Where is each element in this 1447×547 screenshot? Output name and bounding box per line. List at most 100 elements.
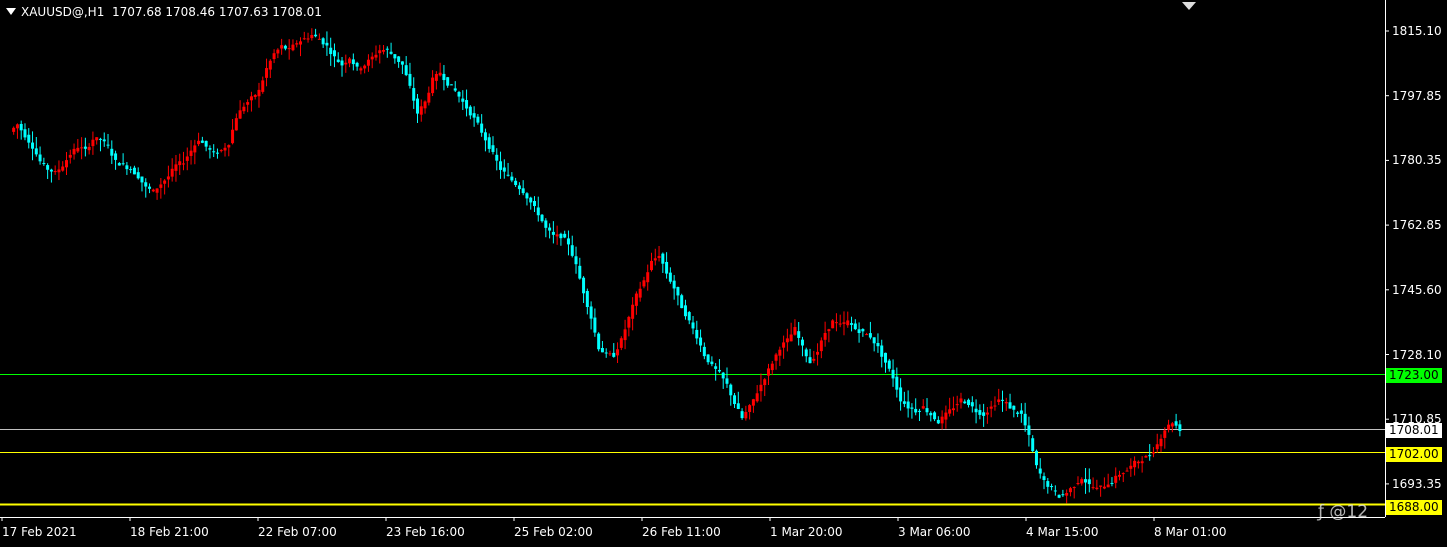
y-tick-label: 1797.85 [1392,89,1442,103]
bull-candle-body [378,50,382,54]
bull-candle-body [276,49,280,54]
bull-candle-body [166,176,170,180]
bear-candle-body [148,186,152,189]
y-tick-label: 1693.35 [1392,477,1442,491]
bear-candle-body [853,323,857,330]
bull-candle-body [189,150,193,156]
bull-candle-body [15,124,19,129]
bear-candle-body [114,153,118,160]
bear-candle-body [102,139,106,142]
bull-candle-body [246,102,250,105]
bear-candle-body [808,357,812,364]
bear-candle-body [514,180,518,186]
bear-candle-body [1001,399,1004,401]
bull-candle-body [1159,438,1163,447]
bear-candle-body [355,62,359,67]
bull-candle-body [1144,455,1148,458]
bear-candle-body [668,272,672,282]
bull-candle-body [12,127,16,132]
bull-candle-body [91,139,95,147]
bear-candle-body [740,411,744,419]
bear-candle-body [676,287,680,296]
bear-candle-body [215,152,219,154]
bear-candle-body [110,148,114,156]
y-tick-label: 1728.10 [1392,348,1442,362]
bear-candle-body [699,337,703,346]
bull-candle-body [763,379,767,386]
bull-candle-body [997,399,1001,403]
bull-candle-body [627,316,631,328]
watermark: ƒ @12 [1318,502,1369,522]
bull-candle-body [317,38,321,40]
bull-candle-body [174,164,178,171]
bear-candle-body [389,51,393,54]
bull-candle-body [1136,461,1140,464]
chart-menu-triangle-icon[interactable] [6,8,16,15]
bear-candle-body [1042,476,1046,481]
price-chart[interactable] [0,0,1447,547]
bear-candle-body [702,346,706,357]
bear-candle-body [351,59,355,65]
bear-candle-body [695,329,699,339]
bear-candle-body [517,185,521,190]
bull-candle-body [249,96,253,101]
bull-candle-body [370,56,374,60]
bear-candle-body [868,333,872,338]
bear-candle-body [551,231,555,235]
bull-candle-body [1140,461,1144,464]
bear-candle-body [876,342,880,347]
bear-candle-body [332,50,336,57]
bear-candle-body [502,167,506,172]
bear-candle-body [325,42,329,46]
bear-candle-body [736,403,740,409]
bear-candle-body [38,154,42,162]
bear-candle-body [400,61,404,65]
bull-candle-body [1155,444,1159,450]
bull-candle-body [778,349,782,356]
bear-candle-body [899,387,903,402]
bear-candle-body [461,98,465,102]
bear-candle-body [453,88,457,91]
bull-candle-body [631,304,635,319]
x-tick-label: 25 Feb 02:00 [514,525,593,539]
bull-candle-body [427,92,431,103]
x-tick-label: 18 Feb 21:00 [130,525,209,539]
bull-candle-body [1167,424,1171,430]
collapse-triangle-icon[interactable] [1182,2,1196,10]
bear-candle-body [34,148,38,155]
bull-candle-body [755,393,759,402]
bull-candle-body [227,145,231,148]
bull-candle-body [253,95,257,97]
bear-candle-body [336,59,340,62]
bull-candle-body [423,101,427,109]
bear-candle-body [902,401,906,404]
bull-candle-body [366,59,370,66]
bull-candle-body [261,80,265,92]
bull-candle-body [650,260,653,271]
bull-candle-body [65,160,68,168]
bear-candle-body [83,146,87,149]
bear-candle-body [891,369,895,379]
bull-candle-body [827,329,831,332]
bear-candle-body [329,47,333,55]
bull-candle-body [299,41,302,45]
bear-candle-body [578,265,582,279]
bear-candle-body [525,193,529,199]
bear-candle-body [283,45,287,49]
bull-candle-body [985,412,989,415]
bear-candle-body [340,60,344,66]
bull-candle-body [653,258,657,261]
bull-candle-body [657,255,661,258]
bear-candle-body [729,384,733,396]
bull-candle-body [1076,483,1080,485]
bear-candle-body [510,176,514,181]
bull-candle-body [1121,473,1125,475]
bear-candle-body [465,100,469,109]
bull-candle-body [1099,485,1103,487]
bull-candle-body [185,156,189,161]
bull-candle-body [193,145,197,153]
bull-candle-body [865,334,869,336]
bear-candle-body [1178,424,1182,432]
bear-candle-body [706,354,710,363]
bull-candle-body [419,106,423,115]
